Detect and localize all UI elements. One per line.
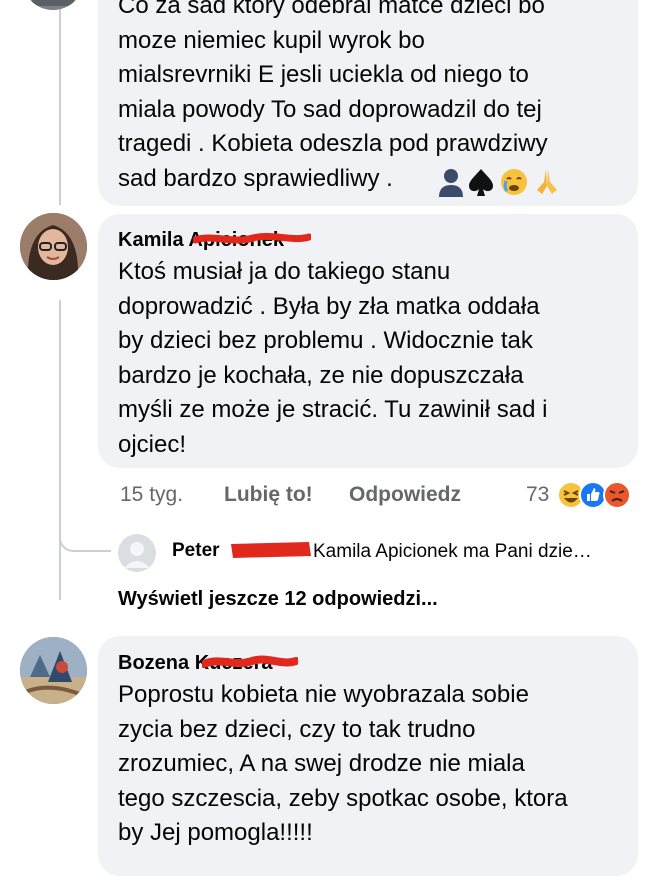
like-button[interactable]: Lubię to! (224, 483, 313, 507)
comment-timestamp[interactable]: 15 tyg. (120, 483, 183, 507)
redaction-mark (202, 655, 298, 668)
reply-connector (59, 520, 111, 552)
redaction-mark (231, 542, 311, 558)
reply-avatar[interactable] (118, 534, 156, 572)
avatar[interactable] (20, 637, 87, 704)
view-more-replies-link[interactable]: Wyświetl jeszcze 12 odpowiedzi... (118, 588, 438, 611)
reply-author[interactable]: Peter (172, 540, 220, 562)
comment-text: Poprostu kobieta nie wyobrazala sobie zy… (118, 681, 568, 846)
comment-text: Ktoś musiał ja do takiego stanu doprowad… (118, 258, 548, 458)
reaction-icons[interactable] (557, 480, 639, 510)
crying-face-icon (501, 169, 527, 195)
reaction-count[interactable]: 73 (526, 483, 549, 507)
person-icon (439, 169, 463, 197)
emoji-group (438, 165, 568, 197)
thread-line (59, 0, 61, 205)
redaction-mark (193, 232, 311, 244)
avatar[interactable] (22, 0, 84, 10)
thread-line (59, 300, 61, 600)
spade-icon (469, 169, 493, 196)
reply-preview-text[interactable]: Kamila Apicionek ma Pani dzie… (313, 541, 592, 563)
angry-icon (603, 481, 631, 509)
avatar[interactable] (20, 213, 87, 280)
praying-hands-icon (537, 169, 557, 194)
reply-button[interactable]: Odpowiedz (349, 483, 461, 507)
